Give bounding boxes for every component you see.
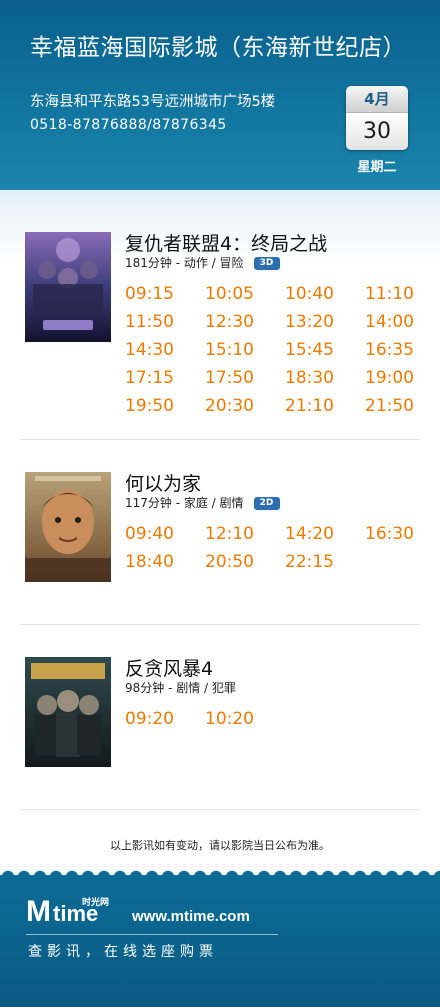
- showtime[interactable]: 15:45: [285, 340, 334, 360]
- showtime[interactable]: 14:30: [125, 340, 174, 360]
- movie-meta-text: 98分钟 - 剧情 / 犯罪: [125, 681, 236, 695]
- showtime[interactable]: 15:10: [205, 340, 254, 360]
- movie-title-text[interactable]: 何以为家: [125, 473, 201, 495]
- showtime[interactable]: 17:15: [125, 368, 174, 388]
- showtime[interactable]: 16:35: [365, 340, 414, 360]
- showtime[interactable]: 22:15: [285, 552, 334, 572]
- calendar-month: 4月: [346, 86, 408, 112]
- movie-meta: 98分钟 - 剧情 / 犯罪: [125, 679, 236, 696]
- showtime[interactable]: 18:30: [285, 368, 334, 388]
- cinema-address: 东海县和平东路53号远洲城市广场5楼: [30, 94, 276, 110]
- movie-title[interactable]: 复仇者联盟4：终局之战: [125, 229, 327, 256]
- showtime[interactable]: 13:20: [285, 312, 334, 332]
- logo-m: M: [26, 895, 51, 928]
- showtime[interactable]: 20:30: [205, 396, 254, 416]
- showtime[interactable]: 12:10: [205, 524, 254, 544]
- showtime[interactable]: 16:30: [365, 524, 414, 544]
- footer-slogan: 查影讯，在线选座购票: [28, 944, 218, 960]
- showtime[interactable]: 14:20: [285, 524, 334, 544]
- movie-title[interactable]: 何以为家: [125, 469, 201, 496]
- showtime[interactable]: 11:10: [365, 284, 414, 304]
- showtime[interactable]: 09:20: [125, 709, 174, 729]
- disclaimer: 以上影讯如有变动，请以影院当日公布为准。: [110, 839, 330, 852]
- showtime[interactable]: 19:50: [125, 396, 174, 416]
- movie-poster[interactable]: [25, 232, 111, 342]
- cinema-name: 幸福蓝海国际影城（东海新世纪店）: [30, 35, 406, 61]
- footer-divider: [26, 934, 278, 935]
- divider: [20, 624, 420, 625]
- movie-meta-text: 117分钟 - 家庭 / 剧情: [125, 496, 244, 510]
- showtime[interactable]: 10:20: [205, 709, 254, 729]
- cinema-phone: 0518-87876888/87876345: [30, 117, 227, 133]
- movie-meta-text: 181分钟 - 动作 / 冒险: [125, 256, 244, 270]
- showtime[interactable]: 21:10: [285, 396, 334, 416]
- logo-time: time: [53, 901, 99, 926]
- showtime[interactable]: 14:00: [365, 312, 414, 332]
- showtime[interactable]: 19:00: [365, 368, 414, 388]
- divider: [20, 809, 420, 810]
- showtime-list: 复仇者联盟4：终局之战 181分钟 - 动作 / 冒险 3D 09:15 10:0…: [0, 190, 440, 870]
- movie-title-text[interactable]: 复仇者联盟4：终局之战: [125, 233, 327, 255]
- showtime[interactable]: 18:40: [125, 552, 174, 572]
- header: 幸福蓝海国际影城（东海新世纪店） 东海县和平东路53号远洲城市广场5楼 0518…: [0, 0, 440, 190]
- mtime-logo[interactable]: M 时光网 time: [26, 895, 136, 931]
- site-link[interactable]: www.mtime.com: [132, 908, 250, 925]
- calendar-day: 30: [346, 112, 408, 150]
- movie-poster[interactable]: [25, 472, 111, 582]
- showtime[interactable]: 21:50: [365, 396, 414, 416]
- movie-title-text[interactable]: 反贪风暴4: [125, 658, 213, 680]
- showtime[interactable]: 11:50: [125, 312, 174, 332]
- showtime[interactable]: 17:50: [205, 368, 254, 388]
- format-badge: 3D: [253, 257, 280, 270]
- movie-meta: 181分钟 - 动作 / 冒险 3D: [125, 254, 280, 271]
- divider: [20, 439, 420, 440]
- showtime[interactable]: 20:50: [205, 552, 254, 572]
- showtime[interactable]: 12:30: [205, 312, 254, 332]
- showtime[interactable]: 10:40: [285, 284, 334, 304]
- showtime[interactable]: 09:40: [125, 524, 174, 544]
- calendar-icon: 4月 30: [346, 86, 408, 150]
- movie-meta: 117分钟 - 家庭 / 剧情 2D: [125, 494, 280, 511]
- format-badge: 2D: [253, 497, 280, 510]
- movie-poster[interactable]: [25, 657, 111, 767]
- showtime[interactable]: 10:05: [205, 284, 254, 304]
- showtime[interactable]: 09:15: [125, 284, 174, 304]
- movie-title[interactable]: 反贪风暴4: [125, 654, 213, 681]
- weekday: 星期二: [357, 160, 397, 175]
